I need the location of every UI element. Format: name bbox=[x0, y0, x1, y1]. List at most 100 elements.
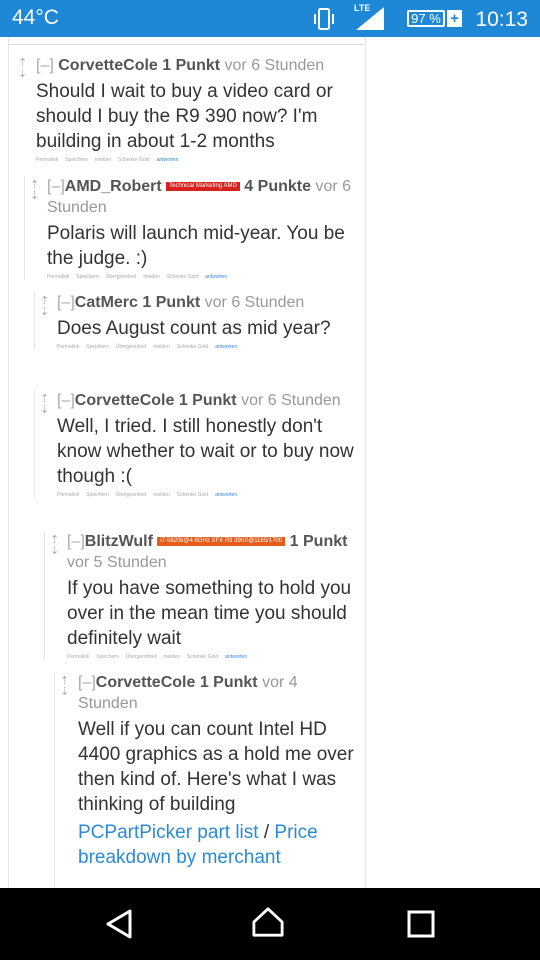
comment-buttons: Permalink Speichern Übergeordnet melden Sche… bbox=[67, 654, 360, 660]
comment: ⇡ ⇣ [–]CorvetteCole 1 Punkt vor 4 Stunde… bbox=[54, 672, 360, 888]
comment-tagline: [–]BlitzWulf i7-5820k@4.6GHz XFX R9 390X… bbox=[67, 531, 360, 573]
comment-tagline: [–] CorvetteCole 1 Punkt vor 6 Stunden bbox=[36, 55, 348, 76]
parent-button[interactable]: Übergeordnet bbox=[106, 274, 137, 280]
vibrate-icon bbox=[314, 8, 334, 30]
charging-icon: + bbox=[447, 10, 462, 27]
comment-links: PCPartPicker part list / Price breakdown… bbox=[78, 820, 360, 870]
parent-button[interactable]: Übergeordnet bbox=[116, 344, 147, 350]
comment-body: If you have something to hold you over i… bbox=[67, 578, 352, 649]
permalink-button[interactable]: Permalink bbox=[36, 157, 58, 163]
gold-button[interactable]: Schenke Gold bbox=[187, 654, 218, 660]
vote-arrows[interactable]: ⇡ ⇣ bbox=[40, 296, 50, 322]
downvote-icon[interactable]: ⇣ bbox=[30, 191, 39, 202]
home-button[interactable] bbox=[250, 906, 286, 938]
downvote-icon[interactable]: ⇣ bbox=[18, 69, 27, 80]
author-link[interactable]: CorvetteCole bbox=[58, 57, 158, 74]
permalink-button[interactable]: Permalink bbox=[57, 344, 79, 350]
downvote-icon[interactable]: ⇣ bbox=[60, 687, 69, 698]
gold-button[interactable]: Schenke Gold bbox=[118, 157, 149, 163]
user-flair: i7-5820k@4.6GHz XFX R9 390X@1165/1700 bbox=[157, 537, 286, 547]
parent-button[interactable]: Übergeordnet bbox=[126, 654, 157, 660]
report-button[interactable]: melden bbox=[143, 274, 159, 280]
save-button[interactable]: Speichern bbox=[86, 344, 109, 350]
comment-time: vor 5 Stunden bbox=[67, 554, 167, 571]
report-button[interactable]: melden bbox=[153, 344, 169, 350]
save-button[interactable]: Speichern bbox=[65, 157, 88, 163]
reply-button[interactable]: antworten bbox=[225, 654, 247, 660]
comment-score: 1 Punkt bbox=[289, 533, 348, 550]
link-separator: / bbox=[258, 822, 275, 843]
comment-time: vor 6 Stunden bbox=[241, 392, 341, 409]
comment-time: vor 6 Stunden bbox=[224, 57, 325, 74]
report-button[interactable]: melden bbox=[153, 492, 169, 498]
reply-button[interactable]: antworten bbox=[157, 157, 179, 163]
permalink-button[interactable]: Permalink bbox=[67, 654, 89, 660]
collapse-toggle[interactable]: [–] bbox=[78, 674, 96, 691]
divider bbox=[8, 44, 364, 45]
clock: 10:13 bbox=[475, 8, 528, 31]
report-button[interactable]: melden bbox=[163, 654, 179, 660]
recent-apps-button[interactable] bbox=[403, 908, 439, 940]
comment-tagline: [–]CorvetteCole 1 Punkt vor 4 Stunden bbox=[78, 672, 360, 714]
save-button[interactable]: Speichern bbox=[86, 492, 109, 498]
downvote-icon[interactable]: ⇣ bbox=[50, 546, 59, 557]
reply-button[interactable]: antworten bbox=[205, 274, 227, 280]
gold-button[interactable]: Schenke Gold bbox=[167, 274, 198, 280]
vote-arrows[interactable]: ⇡ ⇣ bbox=[18, 58, 28, 84]
downvote-icon[interactable]: ⇣ bbox=[40, 405, 49, 416]
reply-button[interactable]: antworten bbox=[215, 492, 237, 498]
permalink-button[interactable]: Permalink bbox=[57, 492, 79, 498]
collapse-toggle[interactable]: [–] bbox=[57, 294, 75, 311]
comment-tagline: [–]AMD_Robert Technical Marketing AMD 4 … bbox=[47, 176, 360, 218]
comment-tagline: [–]CorvetteCole 1 Punkt vor 6 Stunden bbox=[57, 390, 360, 411]
comment: ⇡ ⇣ [–]CorvetteCole 1 Punkt vor 6 Stunde… bbox=[34, 390, 360, 498]
collapse-toggle[interactable]: [–] bbox=[36, 57, 54, 74]
reply-button[interactable]: antworten bbox=[215, 344, 237, 350]
signal-icon bbox=[356, 7, 384, 30]
comment-buttons: Permalink Speichern Übergeordnet melden Sche… bbox=[57, 344, 360, 350]
save-button[interactable]: Speichern bbox=[96, 654, 119, 660]
comment-buttons: Permalink Speichern melden Schenke Gold antw… bbox=[36, 157, 348, 163]
report-button[interactable]: melden bbox=[95, 157, 111, 163]
comment: ⇡ ⇣ [–] CorvetteCole 1 Punkt vor 6 Stund… bbox=[18, 55, 348, 163]
navigation-bar bbox=[0, 888, 540, 960]
comment: ⇡ ⇣ [–]BlitzWulf i7-5820k@4.6GHz XFX R9 … bbox=[44, 531, 360, 660]
pcpartpicker-link[interactable]: PCPartPicker part list bbox=[78, 822, 259, 843]
comment-body: Well, I tried. I still honestly don't kn… bbox=[57, 416, 354, 487]
comment-body: Polaris will launch mid-year. You be the… bbox=[47, 223, 345, 269]
author-link[interactable]: AMD_Robert bbox=[65, 178, 162, 195]
comment-body: Well if you can count Intel HD 4400 grap… bbox=[78, 719, 354, 815]
comment: ⇡ ⇣ [–]AMD_Robert Technical Marketing AM… bbox=[24, 176, 360, 280]
comment-score: 1 Punkt bbox=[178, 392, 237, 409]
comment-body: Should I wait to buy a video card or sho… bbox=[36, 81, 333, 152]
collapse-toggle[interactable]: [–] bbox=[47, 178, 65, 195]
collapse-toggle[interactable]: [–] bbox=[67, 533, 85, 550]
comment-score: 1 Punkt bbox=[142, 294, 201, 311]
comment-thread[interactable]: ⇡ ⇣ [–] CorvetteCole 1 Punkt vor 6 Stund… bbox=[0, 37, 540, 888]
author-link[interactable]: CorvetteCole bbox=[96, 674, 196, 691]
comment-time: vor 6 Stunden bbox=[204, 294, 305, 311]
back-button[interactable] bbox=[102, 908, 138, 940]
permalink-button[interactable]: Permalink bbox=[47, 274, 69, 280]
vote-arrows[interactable]: ⇡ ⇣ bbox=[40, 394, 50, 420]
vote-arrows[interactable]: ⇡ ⇣ bbox=[30, 180, 40, 206]
comment-buttons: Permalink Speichern Übergeordnet melden Sche… bbox=[47, 274, 360, 280]
status-bar: 44°C LTE 97 % + 10:13 bbox=[0, 0, 540, 37]
comment: ⇡ ⇣ [–]CatMerc 1 Punkt vor 6 Stunden Doe… bbox=[34, 292, 360, 350]
parent-button[interactable]: Übergeordnet bbox=[116, 492, 147, 498]
author-link[interactable]: CorvetteCole bbox=[75, 392, 175, 409]
gold-button[interactable]: Schenke Gold bbox=[177, 344, 208, 350]
collapse-toggle[interactable]: [–] bbox=[57, 392, 75, 409]
vote-arrows[interactable]: ⇡ ⇣ bbox=[50, 535, 60, 561]
gold-button[interactable]: Schenke Gold bbox=[177, 492, 208, 498]
save-button[interactable]: Speichern bbox=[76, 274, 99, 280]
downvote-icon[interactable]: ⇣ bbox=[40, 307, 49, 318]
user-flair: Technical Marketing AMD bbox=[166, 182, 240, 192]
temperature-indicator: 44°C bbox=[12, 6, 59, 29]
vote-arrows[interactable]: ⇡ ⇣ bbox=[60, 676, 70, 702]
battery-level: 97 % bbox=[407, 10, 445, 27]
author-link[interactable]: BlitzWulf bbox=[85, 533, 153, 550]
author-link[interactable]: CatMerc bbox=[75, 294, 138, 311]
comment-score: 1 Punkt bbox=[162, 57, 221, 74]
comment-score: 4 Punkte bbox=[244, 178, 311, 195]
